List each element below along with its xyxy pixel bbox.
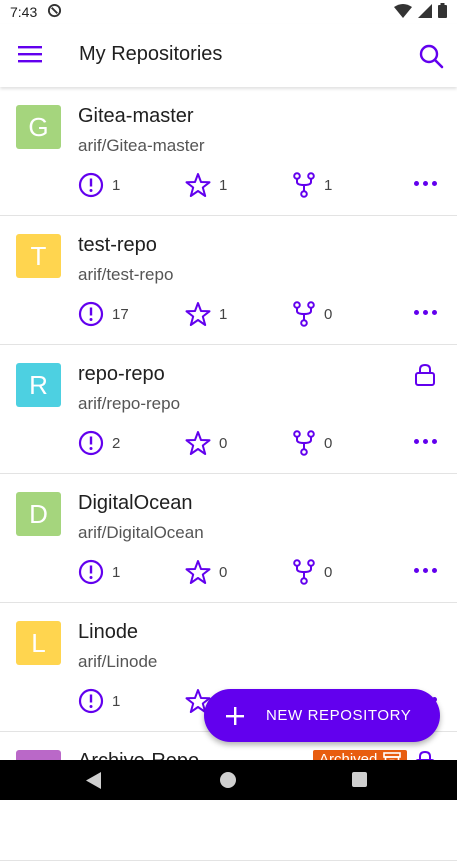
repo-name: Gitea-master — [78, 105, 194, 127]
more-options-button[interactable] — [414, 181, 440, 189]
forks-count: 1 — [292, 172, 332, 198]
repository-item[interactable]: R repo-repo arif/repo-repo 2 0 0 — [0, 345, 457, 474]
repo-path: arif/repo-repo — [78, 394, 181, 413]
stars-count: 1 — [185, 301, 227, 327]
star-icon — [185, 560, 211, 584]
search-icon — [419, 44, 444, 69]
repository-item[interactable]: G Gitea-master arif/Gitea-master 1 1 1 — [0, 87, 457, 216]
repo-path: arif/test-repo — [78, 265, 174, 284]
more-dots-icon — [414, 439, 419, 444]
status-time: 7:43 — [10, 4, 38, 20]
issues-count: 1 — [78, 559, 120, 585]
forks-count: 0 — [292, 430, 332, 456]
issues-count: 2 — [78, 430, 120, 456]
recent-apps-icon[interactable] — [352, 772, 367, 787]
repo-avatar: D — [16, 492, 61, 536]
issues-count: 1 — [78, 172, 120, 198]
repo-name: Linode — [78, 621, 139, 643]
hamburger-icon — [18, 46, 42, 63]
more-dots-icon — [414, 181, 419, 186]
new-repository-label: NEW REPOSITORY — [266, 707, 412, 724]
fork-icon — [293, 301, 315, 327]
more-options-button[interactable] — [414, 439, 440, 447]
stars-count: 0 — [185, 559, 227, 585]
stars-count: 0 — [185, 430, 227, 456]
repo-avatar: R — [16, 363, 61, 407]
search-button[interactable] — [418, 43, 444, 69]
issue-icon — [78, 559, 104, 585]
issue-icon — [78, 688, 104, 714]
star-icon — [185, 431, 211, 455]
system-nav-bar — [0, 760, 457, 800]
sync-icon — [47, 3, 62, 21]
forks-count: 0 — [292, 301, 332, 327]
more-dots-icon — [414, 568, 419, 573]
status-bar: 7:43 — [0, 0, 457, 24]
repository-item[interactable]: D DigitalOcean arif/DigitalOcean 1 0 0 — [0, 474, 457, 603]
repo-path: arif/DigitalOcean — [78, 523, 204, 542]
repo-name: test-repo — [78, 234, 157, 256]
repo-name: repo-repo — [78, 363, 165, 385]
wifi-icon — [394, 3, 412, 21]
issues-count: 1 — [78, 688, 120, 714]
repository-list: G Gitea-master arif/Gitea-master 1 1 1 T… — [0, 87, 457, 861]
more-options-button[interactable] — [414, 310, 440, 318]
repository-item[interactable]: T test-repo arif/test-repo 17 1 0 — [0, 216, 457, 345]
forks-count: 0 — [292, 559, 332, 585]
plus-icon — [226, 706, 244, 725]
more-dots-icon — [414, 310, 419, 315]
issue-icon — [78, 430, 104, 456]
page-title: My Repositories — [79, 43, 223, 65]
issue-icon — [78, 301, 104, 327]
star-icon — [185, 173, 211, 197]
lock-icon — [414, 363, 436, 392]
star-icon — [185, 302, 211, 326]
repo-avatar: L — [16, 621, 61, 665]
repo-path: arif/Linode — [78, 652, 158, 671]
issues-count: 17 — [78, 301, 129, 327]
home-icon[interactable] — [220, 772, 236, 788]
back-icon[interactable] — [86, 772, 102, 794]
battery-icon — [438, 3, 447, 21]
fork-icon — [293, 172, 315, 198]
repo-name: DigitalOcean — [78, 492, 193, 514]
signal-icon — [418, 3, 432, 21]
fork-icon — [293, 559, 315, 585]
repo-avatar: T — [16, 234, 61, 278]
menu-button[interactable] — [18, 44, 44, 66]
more-options-button[interactable] — [414, 568, 440, 576]
app-bar: My Repositories — [0, 24, 457, 87]
repo-avatar: G — [16, 105, 61, 149]
fork-icon — [293, 430, 315, 456]
repo-path: arif/Gitea-master — [78, 136, 205, 155]
issue-icon — [78, 172, 104, 198]
new-repository-button[interactable]: NEW REPOSITORY — [204, 689, 440, 742]
stars-count: 1 — [185, 172, 227, 198]
